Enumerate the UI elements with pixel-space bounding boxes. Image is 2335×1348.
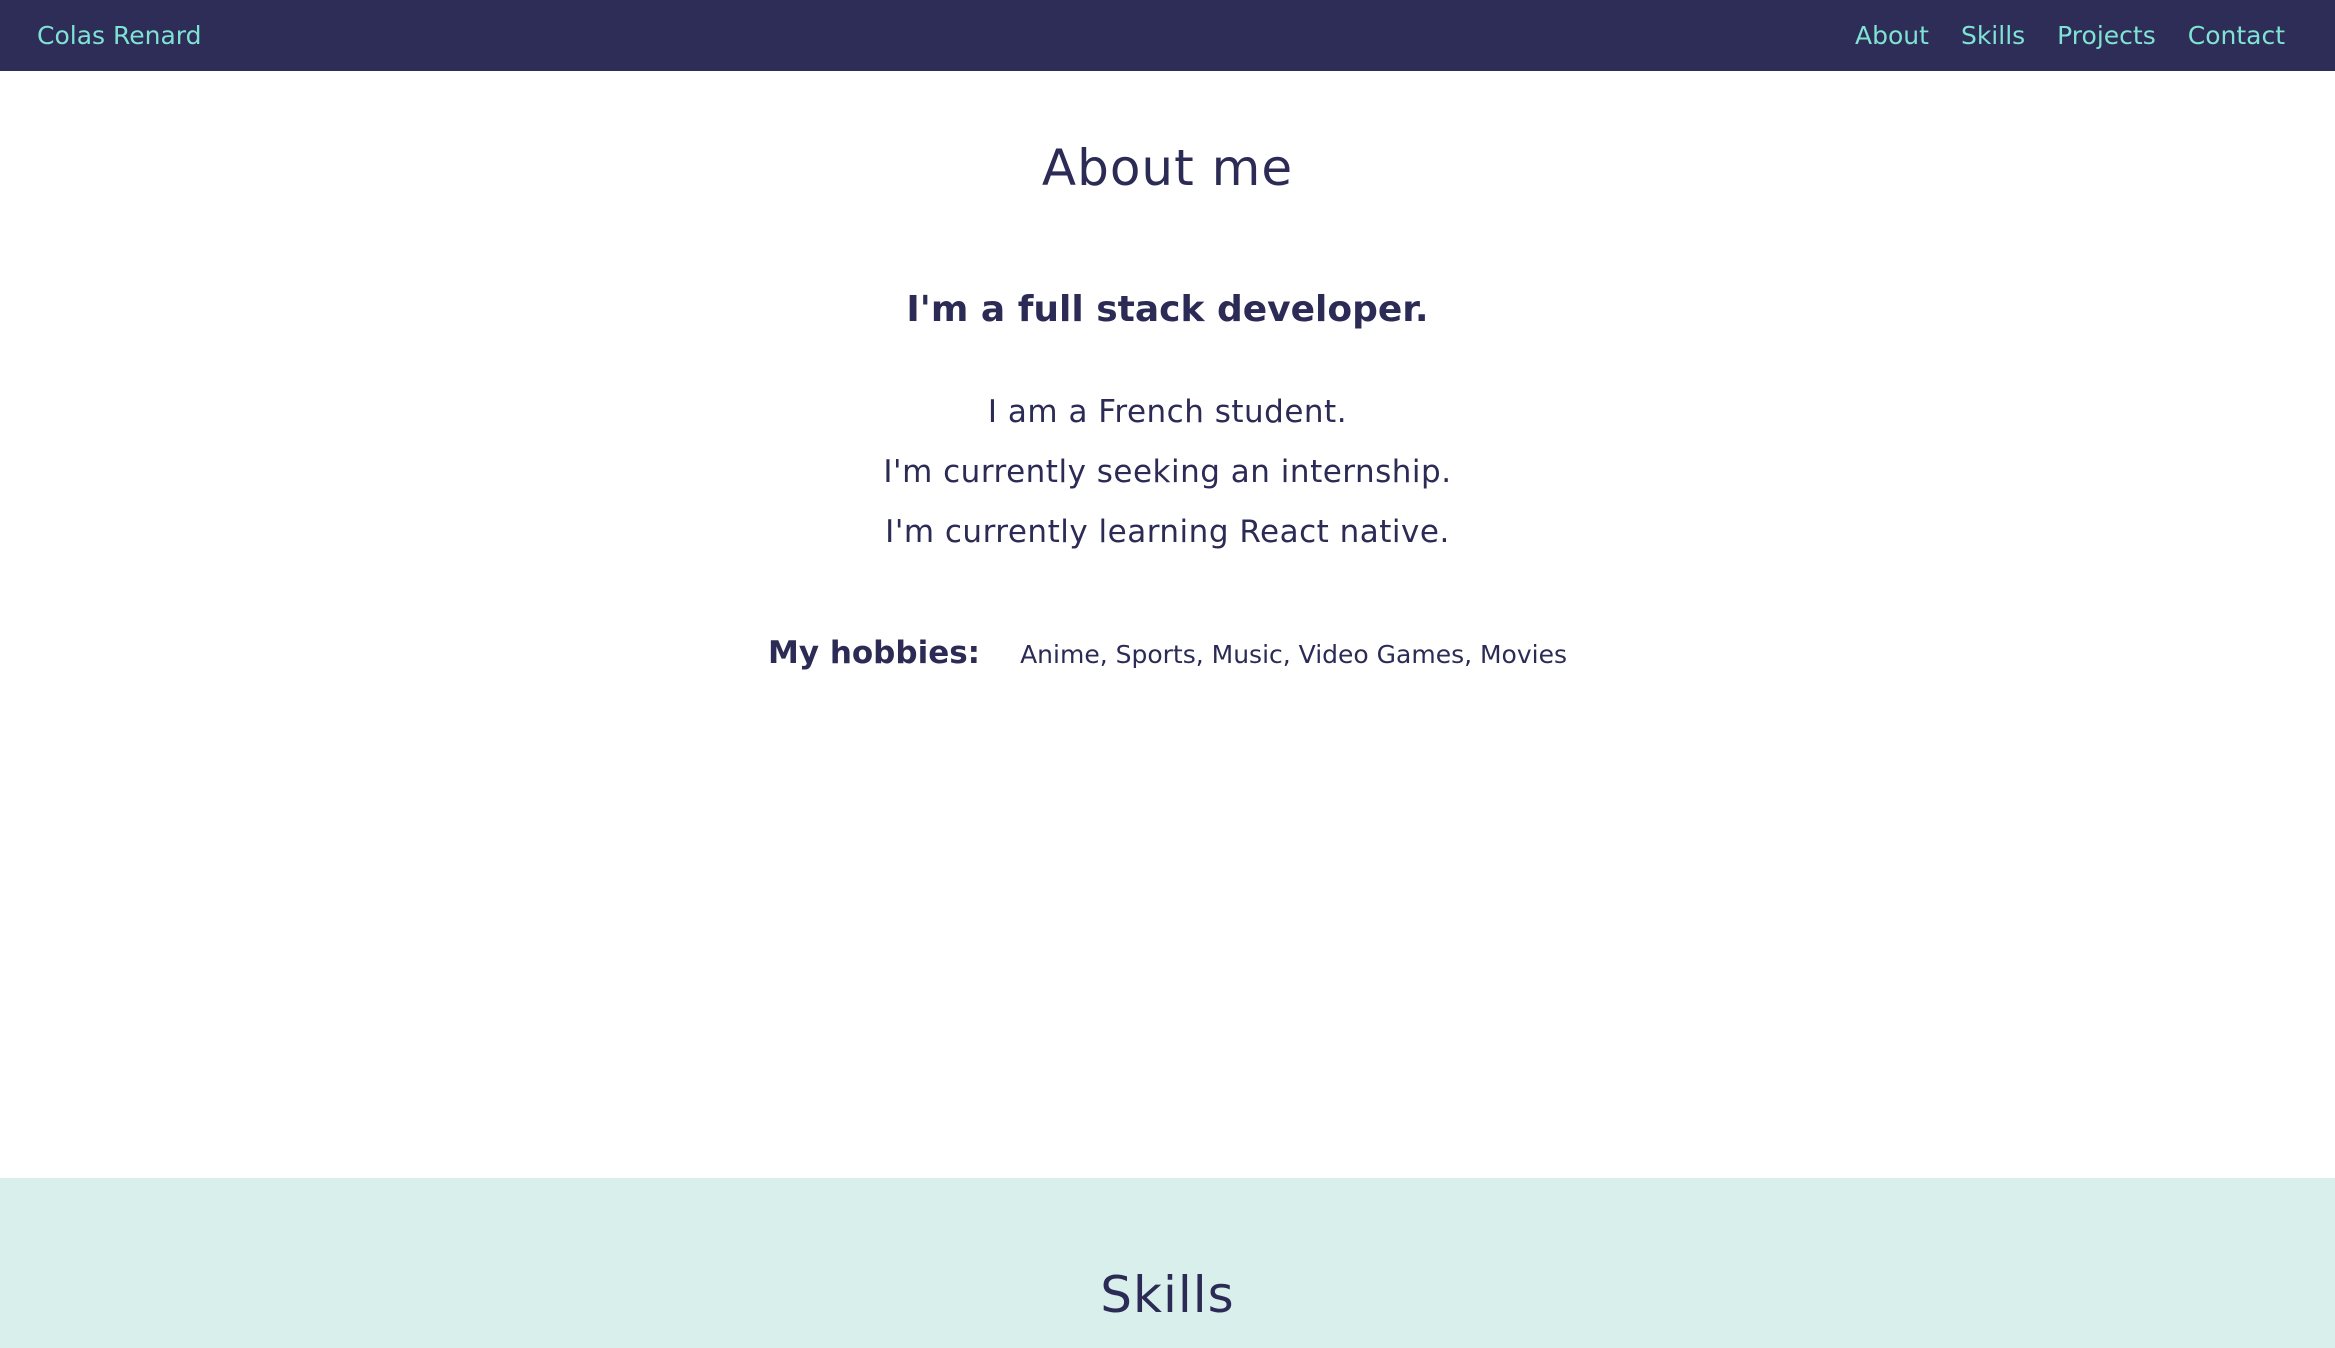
hobbies-label: My hobbies: (767, 635, 981, 671)
bio-line-student: I am a French student. (987, 394, 1348, 430)
bio-line-learning: I'm currently learning React native. (885, 514, 1450, 550)
nav-link-skills[interactable]: Skills (1961, 21, 2025, 50)
nav-links: About Skills Projects Contact (1855, 21, 2285, 50)
bio: I am a French student. I'm currently see… (0, 382, 2335, 562)
hobbies-list: Anime, Sports, Music, Video Games, Movie… (1020, 640, 1568, 669)
navbar: Colas Renard About Skills Projects Conta… (0, 0, 2335, 71)
skills-title: Skills (1100, 1266, 1235, 1324)
nav-link-projects[interactable]: Projects (2057, 21, 2156, 50)
about-section: About me I'm a full stack developer. I a… (0, 71, 2335, 1178)
tagline: I'm a full stack developer. (906, 289, 1429, 330)
brand-link[interactable]: Colas Renard (37, 21, 202, 50)
skills-section: Skills (0, 1178, 2335, 1348)
hobbies-row: My hobbies: Anime, Sports, Music, Video … (0, 635, 2335, 671)
nav-link-about[interactable]: About (1855, 21, 1929, 50)
nav-link-contact[interactable]: Contact (2188, 21, 2285, 50)
about-title: About me (1041, 139, 1294, 197)
bio-line-internship: I'm currently seeking an internship. (883, 454, 1452, 490)
